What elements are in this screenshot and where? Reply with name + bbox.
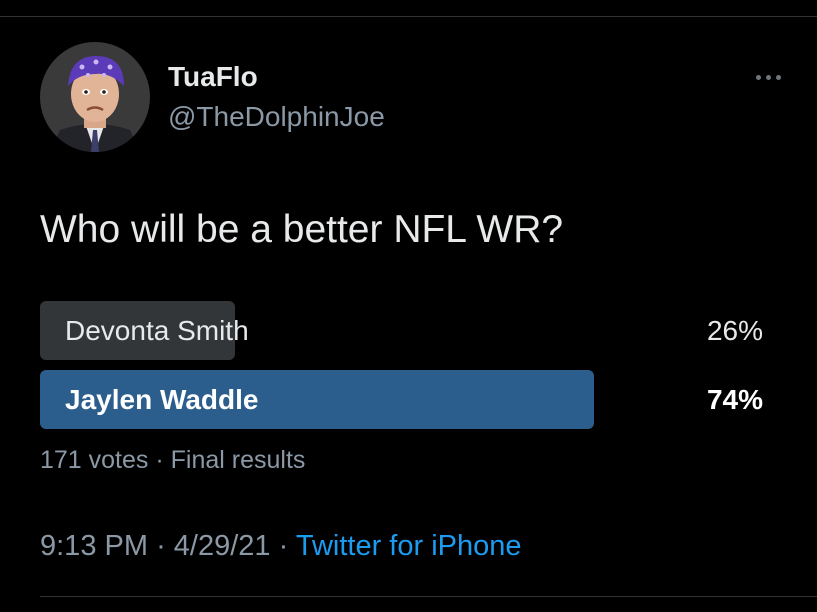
more-horizontal-icon-dot (775, 74, 781, 80)
poll-option: Devonta Smith 26% (40, 301, 770, 360)
top-divider (0, 16, 817, 17)
poll-status: Final results (170, 446, 306, 474)
more-options-button[interactable] (748, 62, 788, 92)
timestamp-separator: · (156, 530, 166, 562)
tweet-source-link[interactable]: Twitter for iPhone (296, 530, 522, 562)
bottom-divider (40, 596, 817, 597)
poll-option-percent: 26% (706, 315, 763, 346)
more-horizontal-icon-dot (765, 74, 771, 80)
user-avatar-icon (40, 42, 150, 152)
tweet-time[interactable]: 9:13 PM (40, 530, 148, 562)
user-handle[interactable]: @TheDolphinJoe (168, 100, 385, 134)
poll-option-label: Jaylen Waddle (65, 384, 259, 415)
timestamp-separator: · (278, 530, 289, 562)
tweet-text: Who will be a better NFL WR? (40, 208, 564, 251)
tweet-timestamp-row: 9:13 PM · 4/29/21 · Twitter for iPhone (40, 528, 522, 564)
poll-option-winner: Jaylen Waddle 74% (40, 370, 770, 429)
poll-option-label: Devonta Smith (65, 315, 249, 346)
avatar[interactable] (40, 42, 150, 152)
poll-meta-separator: · (155, 446, 164, 474)
poll-option-percent: 74% (706, 384, 763, 415)
display-name[interactable]: TuaFlo (168, 60, 258, 94)
poll-meta: 171 votes · Final results (40, 444, 305, 476)
more-horizontal-icon (755, 74, 761, 80)
tweet-date[interactable]: 4/29/21 (174, 530, 271, 562)
poll-vote-count: 171 votes (40, 446, 149, 474)
